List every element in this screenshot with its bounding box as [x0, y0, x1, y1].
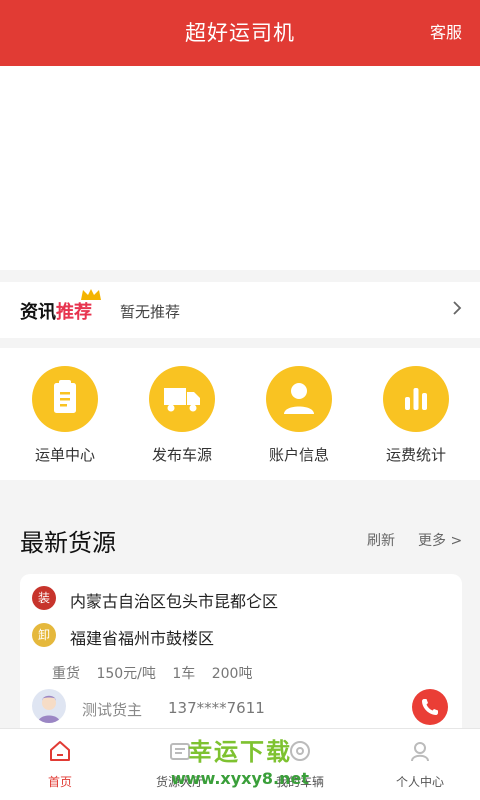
menu-label: 账户信息	[268, 446, 329, 464]
menu-label: 运费统计	[385, 446, 446, 464]
truck-icon	[164, 388, 200, 412]
bottom-tab-bar: 首页 货源大厅 我的车辆 个人中心	[0, 728, 480, 800]
menu-item-publish-vehicle[interactable]: 发布车源	[132, 366, 232, 465]
section-title: 最新货源	[20, 529, 116, 557]
more-button[interactable]: 更多 >	[418, 530, 462, 550]
menu-item-waybill-center[interactable]: 运单中心	[15, 366, 115, 465]
owner-name: 测试货主	[82, 701, 143, 719]
cargo-hall-icon	[170, 743, 190, 760]
vehicle-icon	[290, 741, 310, 761]
cargo-trucks: 1车	[172, 666, 196, 682]
unload-badge: 卸	[32, 623, 56, 647]
banner-area[interactable]	[0, 66, 480, 270]
menu-label: 发布车源	[151, 446, 212, 464]
call-button[interactable]	[412, 689, 448, 725]
person-icon	[411, 742, 429, 762]
cargo-price: 150元/吨	[96, 666, 156, 682]
user-icon	[284, 383, 314, 414]
tab-label: 个人中心	[395, 775, 444, 789]
news-brand-part2: 推荐	[56, 302, 92, 323]
owner-phone: 137****7611	[168, 699, 265, 717]
destination-address: 福建省福州市鼓楼区	[70, 629, 215, 648]
tab-cargo-hall[interactable]: 货源大厅	[120, 729, 240, 800]
menu-item-freight-stats[interactable]: 运费统计	[366, 366, 466, 465]
cargo-specs: 重货 150元/吨 1车 200吨	[52, 663, 264, 683]
cargo-card[interactable]: 装 内蒙古自治区包头市昆都仑区 卸 福建省福州市鼓楼区 重货 150元/吨 1车…	[20, 574, 462, 744]
cargo-weight: 200吨	[211, 666, 253, 682]
menu-item-account-info[interactable]: 账户信息	[249, 366, 349, 465]
load-badge: 装	[32, 586, 56, 610]
latest-cargo-section: 最新货源 刷新 更多 > 装 内蒙古自治区包头市昆都仑区 卸 福建省福州市鼓楼区…	[0, 490, 480, 744]
avatar	[32, 689, 66, 723]
customer-service-button[interactable]: 客服	[430, 0, 462, 66]
tab-my-vehicles[interactable]: 我的车辆	[240, 729, 360, 800]
quick-menu: 运单中心 发布车源 账户信息 运费统计	[0, 348, 480, 480]
news-recommend-bar[interactable]: 资讯推荐 暂无推荐	[0, 282, 480, 338]
tab-label: 货源大厅	[155, 775, 204, 789]
menu-label: 运单中心	[34, 446, 95, 464]
clipboard-icon	[54, 380, 76, 413]
home-icon	[50, 741, 70, 761]
tab-label: 首页	[47, 775, 72, 789]
tab-label: 我的车辆	[275, 775, 324, 789]
phone-icon	[422, 699, 438, 715]
refresh-button[interactable]: 刷新	[367, 530, 395, 550]
tab-home[interactable]: 首页	[0, 729, 120, 800]
news-brand-part1: 资讯	[20, 302, 56, 323]
tab-personal-center[interactable]: 个人中心	[360, 729, 480, 800]
bar-chart-icon	[405, 388, 427, 410]
news-text: 暂无推荐	[120, 303, 181, 321]
crown-icon	[81, 289, 101, 300]
cargo-type: 重货	[52, 666, 80, 682]
page-title: 超好运司机	[185, 21, 295, 45]
origin-address: 内蒙古自治区包头市昆都仑区	[70, 592, 279, 611]
app-header: 超好运司机 客服	[0, 0, 480, 66]
chevron-right-icon[interactable]	[452, 300, 462, 316]
